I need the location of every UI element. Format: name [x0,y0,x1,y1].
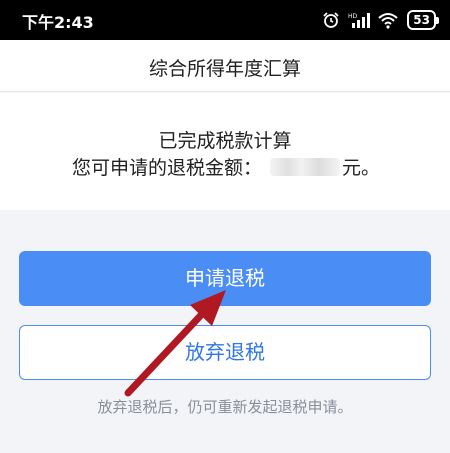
status-bar: 下午2:43 HD 53 [0,0,450,40]
page-title: 综合所得年度汇算 [148,58,301,80]
signal-icon: HD [348,12,371,28]
header: 综合所得年度汇算 [0,40,450,92]
abandon-refund-button[interactable]: 放弃退税 [19,325,431,380]
refund-amount-line: 您可申请的退税金额： 元。 [72,153,380,180]
result-status: 已完成税款计算 [158,130,292,152]
result-panel: 已完成税款计算 您可申请的退税金额： 元。 [0,93,450,210]
status-icons: HD 53 [319,9,439,31]
alarm-icon [323,11,339,28]
refund-amount-label: 您可申请的退税金额： [72,157,263,179]
status-time: 下午2:43 [22,13,94,32]
refund-amount-redacted [270,158,341,176]
abandon-note: 放弃退税后，仍可重新发起退税申请。 [97,398,353,416]
apply-refund-button[interactable]: 申请退税 [19,251,431,306]
svg-text:HD: HD [348,13,358,20]
refund-amount-unit: 元。 [342,157,381,179]
wifi-icon [378,12,398,29]
battery-icon: 53 [407,9,439,30]
